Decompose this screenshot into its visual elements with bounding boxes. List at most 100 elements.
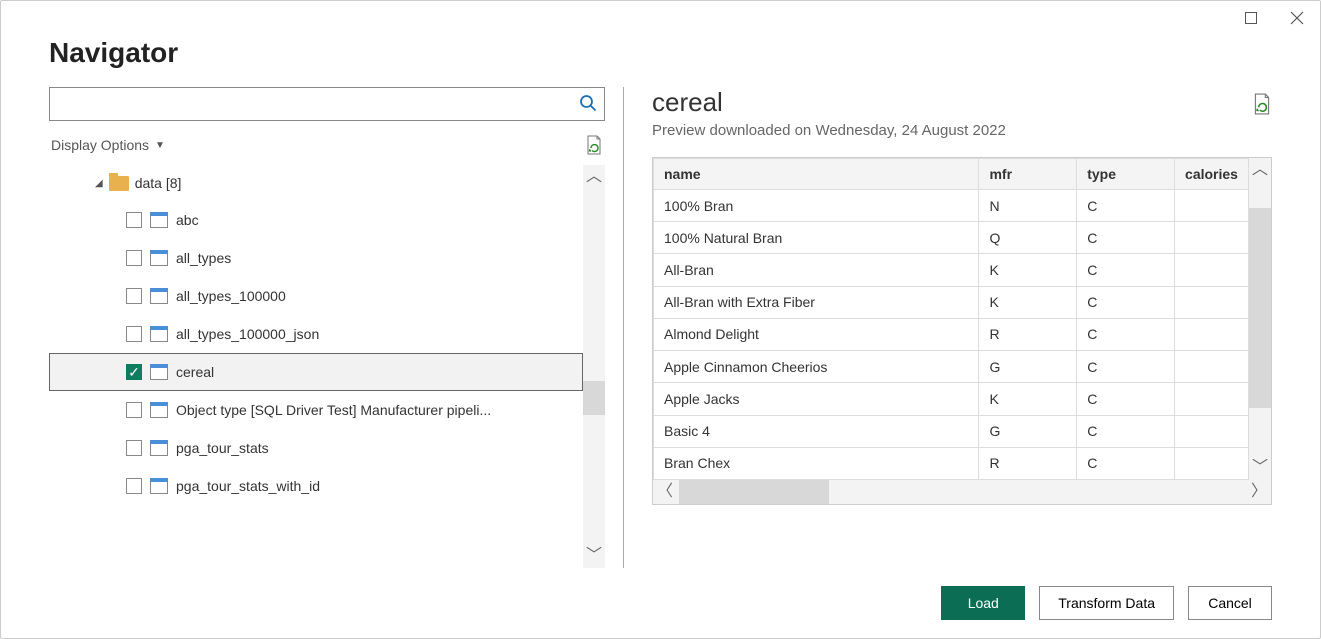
table-cell: Apple Jacks [654,383,979,415]
tree-root[interactable]: ◢ data [8] [49,165,583,201]
table-cell: N [979,190,1077,222]
grid-horizontal-scrollbar[interactable]: 〈 〉 [653,480,1271,504]
table-icon [150,250,168,266]
table-row[interactable]: Bran ChexRC [654,447,1249,479]
table-icon [150,212,168,228]
content: Display Options ▼ ◢ data [8] abc all_type… [1,87,1320,568]
table-cell: Apple Cinnamon Cheerios [654,351,979,383]
refresh-tree-icon[interactable] [585,135,603,155]
scroll-down-icon[interactable]: ﹀ [586,548,602,564]
table-cell [1175,351,1249,383]
table-row[interactable]: Apple Cinnamon CheeriosGC [654,351,1249,383]
close-button[interactable] [1284,7,1310,29]
search-row [49,87,605,121]
table-cell: Q [979,222,1077,254]
table-cell [1175,318,1249,350]
scroll-thumb[interactable] [583,381,605,415]
search-input[interactable] [49,87,605,121]
tree-item-label: cereal [176,364,214,380]
collapse-icon: ◢ [95,178,103,189]
checkbox[interactable] [126,212,142,228]
table-row[interactable]: All-Bran with Extra FiberKC [654,286,1249,318]
table-cell: C [1077,190,1175,222]
tree: ◢ data [8] abc all_types all_types_100000a… [49,165,583,568]
table-cell: G [979,415,1077,447]
tree-item[interactable]: ✓ cereal [49,353,583,391]
table-cell [1175,190,1249,222]
table-row[interactable]: Basic 4GC [654,415,1249,447]
preview-title: cereal [652,87,1006,118]
tree-item[interactable]: all_types [49,239,583,277]
tree-item[interactable]: Object type [SQL Driver Test] Manufactur… [49,391,583,429]
checkbox[interactable] [126,326,142,342]
table-cell [1175,286,1249,318]
table-cell: C [1077,254,1175,286]
transform-data-button[interactable]: Transform Data [1039,586,1174,620]
tree-item[interactable]: pga_tour_stats [49,429,583,467]
column-header[interactable]: name [654,159,979,190]
tree-item-label: Object type [SQL Driver Test] Manufactur… [176,402,491,418]
scroll-right-icon[interactable]: 〉 [1251,484,1267,500]
table-cell: 100% Natural Bran [654,222,979,254]
preview-subtitle: Preview downloaded on Wednesday, 24 Augu… [652,122,1006,139]
tree-scrollbar[interactable]: ︿ ﹀ [583,165,605,568]
table-icon [150,364,168,380]
search-icon[interactable] [579,94,597,112]
table-cell: K [979,286,1077,318]
checkbox[interactable] [126,250,142,266]
scroll-down-icon[interactable]: ﹀ [1252,460,1268,476]
tree-item[interactable]: abc [49,201,583,239]
table-row[interactable]: 100% BranNC [654,190,1249,222]
load-button[interactable]: Load [941,586,1025,620]
options-row: Display Options ▼ [49,131,605,159]
table-cell: C [1077,222,1175,254]
scroll-up-icon[interactable]: ︿ [1252,162,1268,178]
cancel-button[interactable]: Cancel [1188,586,1272,620]
table-cell: 100% Bran [654,190,979,222]
display-options-label: Display Options [51,137,149,153]
checkbox[interactable] [126,402,142,418]
tree-item[interactable]: all_types_100000 [49,277,583,315]
grid-vertical-scrollbar[interactable]: ︿ ﹀ [1249,158,1271,480]
column-header[interactable]: type [1077,159,1175,190]
checkbox[interactable] [126,440,142,456]
folder-icon [109,176,129,191]
table-cell [1175,447,1249,479]
tree-item-label: all_types_100000 [176,288,286,304]
maximize-button[interactable] [1238,7,1264,29]
table-cell: R [979,318,1077,350]
navigator-dialog: Navigator Display Options ▼ [0,0,1321,639]
chevron-down-icon: ▼ [155,140,165,151]
table-row[interactable]: Almond DelightRC [654,318,1249,350]
table-row[interactable]: All-BranKC [654,254,1249,286]
column-header[interactable]: calories [1175,159,1249,190]
scroll-left-icon[interactable]: 〈 [657,484,673,500]
refresh-preview-icon[interactable] [1252,87,1272,115]
display-options-dropdown[interactable]: Display Options ▼ [51,137,165,153]
scroll-up-icon[interactable]: ︿ [586,169,602,185]
close-icon [1290,11,1304,25]
table-row[interactable]: Apple JacksKC [654,383,1249,415]
table-row[interactable]: 100% Natural BranQC [654,222,1249,254]
preview-grid: namemfrtypecalories 100% BranNC100% Natu… [652,157,1272,505]
checkbox[interactable]: ✓ [126,364,142,380]
scroll-thumb[interactable] [679,480,829,504]
tree-item[interactable]: all_types_100000_json [49,315,583,353]
right-pane: cereal Preview downloaded on Wednesday, … [624,87,1320,568]
tree-item[interactable]: pga_tour_stats_with_id [49,467,583,505]
table-cell: G [979,351,1077,383]
column-header[interactable]: mfr [979,159,1077,190]
tree-item-label: all_types_100000_json [176,326,319,342]
tree-item-label: pga_tour_stats [176,440,269,456]
tree-root-label: data [8] [135,175,182,191]
checkbox[interactable] [126,288,142,304]
table-cell: R [979,447,1077,479]
table-icon [150,288,168,304]
footer: Load Transform Data Cancel [1,568,1320,638]
checkbox[interactable] [126,478,142,494]
scroll-thumb[interactable] [1249,208,1271,408]
table-icon [150,326,168,342]
table-cell: Bran Chex [654,447,979,479]
tree-item-label: abc [176,212,199,228]
table-cell: All-Bran [654,254,979,286]
